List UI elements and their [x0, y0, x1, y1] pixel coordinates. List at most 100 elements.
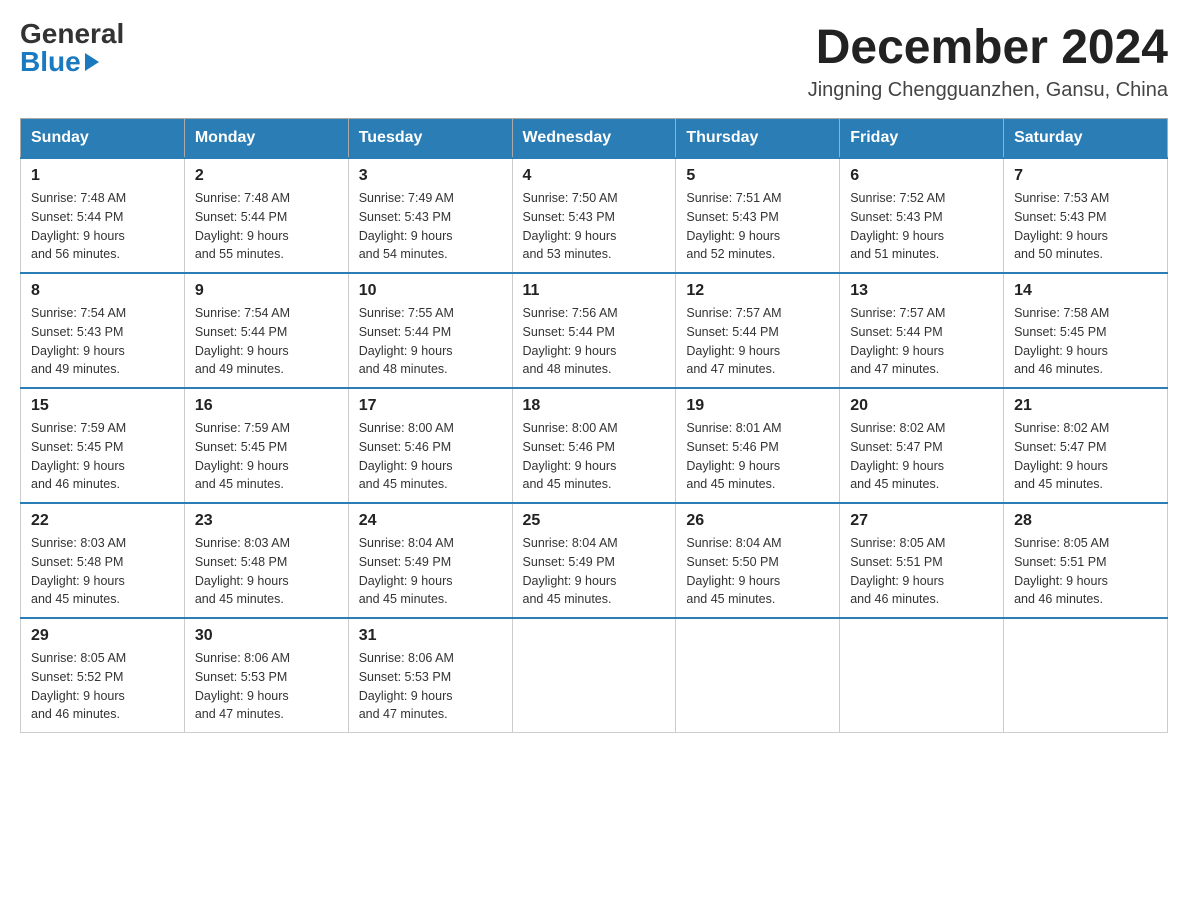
day-number: 21	[1014, 397, 1157, 415]
page-header: General Blue December 2024 Jingning Chen…	[20, 20, 1168, 102]
day-info: Sunrise: 7:54 AMSunset: 5:44 PMDaylight:…	[195, 304, 338, 379]
day-info: Sunrise: 7:57 AMSunset: 5:44 PMDaylight:…	[850, 304, 993, 379]
calendar-cell: 8 Sunrise: 7:54 AMSunset: 5:43 PMDaylight…	[21, 273, 185, 388]
calendar-cell: 30 Sunrise: 8:06 AMSunset: 5:53 PMDayligh…	[184, 618, 348, 733]
calendar-cell: 17Sunrise: 8:00 AMSunset: 5:46 PMDayligh…	[348, 388, 512, 503]
day-info: Sunrise: 8:05 AMSunset: 5:52 PMDaylight:…	[31, 649, 174, 724]
calendar-header-thursday: Thursday	[676, 119, 840, 159]
week-row-3: 15 Sunrise: 7:59 AMSunset: 5:45 PMDayligh…	[21, 388, 1168, 503]
day-number: 29	[31, 627, 174, 645]
week-row-2: 8 Sunrise: 7:54 AMSunset: 5:43 PMDaylight…	[21, 273, 1168, 388]
calendar-header-wednesday: Wednesday	[512, 119, 676, 159]
calendar-header-row: SundayMondayTuesdayWednesdayThursdayFrid…	[21, 119, 1168, 159]
day-number: 16	[195, 397, 338, 415]
calendar-cell: 24Sunrise: 8:04 AMSunset: 5:49 PMDayligh…	[348, 503, 512, 618]
calendar-cell: 6Sunrise: 7:52 AMSunset: 5:43 PMDaylight…	[840, 158, 1004, 273]
day-number: 26	[686, 512, 829, 530]
calendar-cell: 1 Sunrise: 7:48 AMSunset: 5:44 PMDaylight…	[21, 158, 185, 273]
calendar-cell: 21 Sunrise: 8:02 AMSunset: 5:47 PMDayligh…	[1004, 388, 1168, 503]
day-number: 1	[31, 167, 174, 185]
day-number: 8	[31, 282, 174, 300]
day-info: Sunrise: 8:06 AMSunset: 5:53 PMDaylight:…	[359, 649, 502, 724]
calendar-table: SundayMondayTuesdayWednesdayThursdayFrid…	[20, 118, 1168, 733]
calendar-cell: 2Sunrise: 7:48 AMSunset: 5:44 PMDaylight…	[184, 158, 348, 273]
day-number: 25	[523, 512, 666, 530]
calendar-cell: 14 Sunrise: 7:58 AMSunset: 5:45 PMDayligh…	[1004, 273, 1168, 388]
day-info: Sunrise: 7:54 AMSunset: 5:43 PMDaylight:…	[31, 304, 174, 379]
day-info: Sunrise: 7:51 AMSunset: 5:43 PMDaylight:…	[686, 189, 829, 264]
title-block: December 2024 Jingning Chengguanzhen, Ga…	[808, 20, 1168, 102]
day-info: Sunrise: 7:56 AMSunset: 5:44 PMDaylight:…	[523, 304, 666, 379]
day-number: 13	[850, 282, 993, 300]
location-text: Jingning Chengguanzhen, Gansu, China	[808, 79, 1168, 102]
day-number: 5	[686, 167, 829, 185]
calendar-cell: 3 Sunrise: 7:49 AMSunset: 5:43 PMDaylight…	[348, 158, 512, 273]
day-number: 11	[523, 282, 666, 300]
week-row-5: 29 Sunrise: 8:05 AMSunset: 5:52 PMDayligh…	[21, 618, 1168, 733]
day-info: Sunrise: 7:59 AMSunset: 5:45 PMDaylight:…	[195, 419, 338, 494]
calendar-cell: 10 Sunrise: 7:55 AMSunset: 5:44 PMDayligh…	[348, 273, 512, 388]
day-number: 14	[1014, 282, 1157, 300]
day-info: Sunrise: 8:05 AMSunset: 5:51 PMDaylight:…	[850, 534, 993, 609]
day-info: Sunrise: 7:49 AMSunset: 5:43 PMDaylight:…	[359, 189, 502, 264]
day-number: 15	[31, 397, 174, 415]
day-info: Sunrise: 7:59 AMSunset: 5:45 PMDaylight:…	[31, 419, 174, 494]
calendar-cell: 25 Sunrise: 8:04 AMSunset: 5:49 PMDayligh…	[512, 503, 676, 618]
day-info: Sunrise: 8:04 AMSunset: 5:50 PMDaylight:…	[686, 534, 829, 609]
calendar-cell: 22Sunrise: 8:03 AMSunset: 5:48 PMDayligh…	[21, 503, 185, 618]
logo: General Blue	[20, 20, 124, 76]
calendar-cell: 5 Sunrise: 7:51 AMSunset: 5:43 PMDaylight…	[676, 158, 840, 273]
day-number: 12	[686, 282, 829, 300]
calendar-cell: 18 Sunrise: 8:00 AMSunset: 5:46 PMDayligh…	[512, 388, 676, 503]
calendar-cell: 11 Sunrise: 7:56 AMSunset: 5:44 PMDayligh…	[512, 273, 676, 388]
calendar-cell	[840, 618, 1004, 733]
day-number: 30	[195, 627, 338, 645]
calendar-cell: 31 Sunrise: 8:06 AMSunset: 5:53 PMDayligh…	[348, 618, 512, 733]
day-info: Sunrise: 8:02 AMSunset: 5:47 PMDaylight:…	[850, 419, 993, 494]
day-info: Sunrise: 8:01 AMSunset: 5:46 PMDaylight:…	[686, 419, 829, 494]
day-info: Sunrise: 8:04 AMSunset: 5:49 PMDaylight:…	[523, 534, 666, 609]
day-number: 18	[523, 397, 666, 415]
day-number: 3	[359, 167, 502, 185]
day-number: 27	[850, 512, 993, 530]
day-info: Sunrise: 8:03 AMSunset: 5:48 PMDaylight:…	[195, 534, 338, 609]
calendar-cell: 12 Sunrise: 7:57 AMSunset: 5:44 PMDayligh…	[676, 273, 840, 388]
logo-general-text: General	[20, 20, 124, 48]
calendar-cell	[512, 618, 676, 733]
day-info: Sunrise: 8:02 AMSunset: 5:47 PMDaylight:…	[1014, 419, 1157, 494]
calendar-cell: 19Sunrise: 8:01 AMSunset: 5:46 PMDayligh…	[676, 388, 840, 503]
day-info: Sunrise: 7:52 AMSunset: 5:43 PMDaylight:…	[850, 189, 993, 264]
day-number: 10	[359, 282, 502, 300]
day-info: Sunrise: 7:53 AMSunset: 5:43 PMDaylight:…	[1014, 189, 1157, 264]
calendar-cell: 9Sunrise: 7:54 AMSunset: 5:44 PMDaylight…	[184, 273, 348, 388]
day-number: 24	[359, 512, 502, 530]
calendar-header-saturday: Saturday	[1004, 119, 1168, 159]
day-number: 7	[1014, 167, 1157, 185]
day-info: Sunrise: 7:48 AMSunset: 5:44 PMDaylight:…	[195, 189, 338, 264]
month-title: December 2024	[808, 20, 1168, 75]
day-number: 20	[850, 397, 993, 415]
logo-triangle-icon	[85, 53, 99, 71]
calendar-cell: 26 Sunrise: 8:04 AMSunset: 5:50 PMDayligh…	[676, 503, 840, 618]
day-info: Sunrise: 8:05 AMSunset: 5:51 PMDaylight:…	[1014, 534, 1157, 609]
calendar-cell: 28Sunrise: 8:05 AMSunset: 5:51 PMDayligh…	[1004, 503, 1168, 618]
calendar-cell: 27 Sunrise: 8:05 AMSunset: 5:51 PMDayligh…	[840, 503, 1004, 618]
calendar-cell: 29 Sunrise: 8:05 AMSunset: 5:52 PMDayligh…	[21, 618, 185, 733]
day-info: Sunrise: 8:00 AMSunset: 5:46 PMDaylight:…	[523, 419, 666, 494]
day-number: 4	[523, 167, 666, 185]
logo-blue-text: Blue	[20, 48, 99, 76]
day-info: Sunrise: 7:55 AMSunset: 5:44 PMDaylight:…	[359, 304, 502, 379]
day-info: Sunrise: 8:06 AMSunset: 5:53 PMDaylight:…	[195, 649, 338, 724]
calendar-cell: 23Sunrise: 8:03 AMSunset: 5:48 PMDayligh…	[184, 503, 348, 618]
calendar-cell: 16 Sunrise: 7:59 AMSunset: 5:45 PMDayligh…	[184, 388, 348, 503]
day-number: 31	[359, 627, 502, 645]
calendar-cell: 4Sunrise: 7:50 AMSunset: 5:43 PMDaylight…	[512, 158, 676, 273]
week-row-1: 1 Sunrise: 7:48 AMSunset: 5:44 PMDaylight…	[21, 158, 1168, 273]
calendar-cell: 7 Sunrise: 7:53 AMSunset: 5:43 PMDaylight…	[1004, 158, 1168, 273]
day-info: Sunrise: 7:57 AMSunset: 5:44 PMDaylight:…	[686, 304, 829, 379]
calendar-header-sunday: Sunday	[21, 119, 185, 159]
day-info: Sunrise: 7:58 AMSunset: 5:45 PMDaylight:…	[1014, 304, 1157, 379]
day-info: Sunrise: 7:48 AMSunset: 5:44 PMDaylight:…	[31, 189, 174, 264]
day-info: Sunrise: 8:03 AMSunset: 5:48 PMDaylight:…	[31, 534, 174, 609]
calendar-cell: 20 Sunrise: 8:02 AMSunset: 5:47 PMDayligh…	[840, 388, 1004, 503]
